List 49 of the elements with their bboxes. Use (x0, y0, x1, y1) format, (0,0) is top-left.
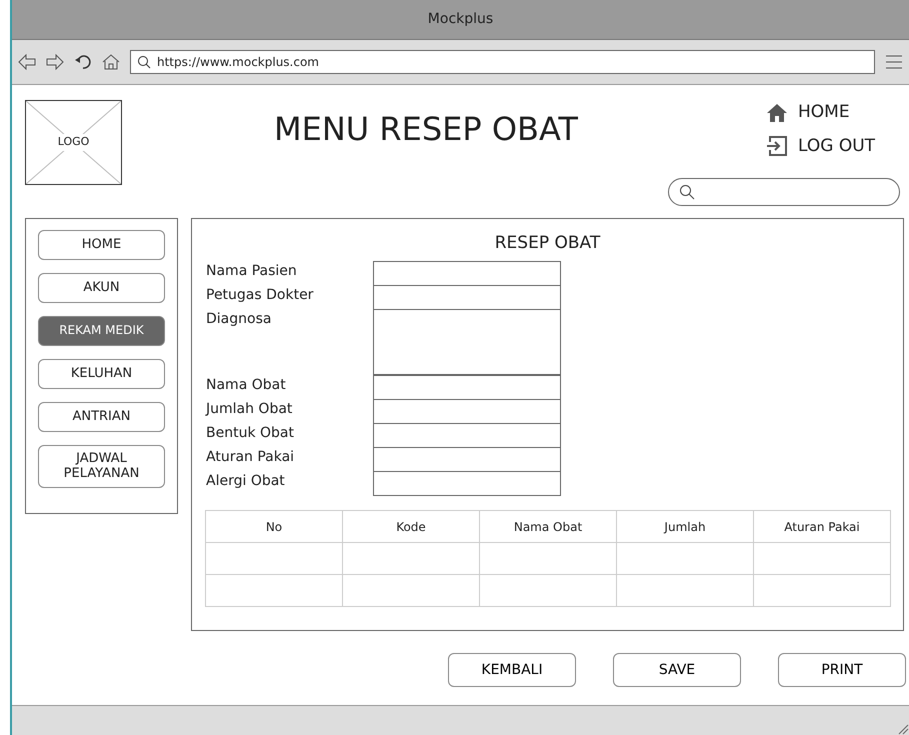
field-label: Petugas Dokter (205, 286, 314, 305)
address-bar[interactable]: https://www.mockplus.com (130, 50, 875, 74)
back-icon[interactable] (18, 54, 36, 70)
field-label: Nama Pasien (205, 262, 298, 281)
field-label: Diagnosa (205, 310, 272, 329)
input-field[interactable] (373, 285, 561, 310)
column-header: Kode (342, 510, 480, 542)
column-header: Jumlah (616, 510, 754, 542)
search-icon (679, 184, 695, 200)
field-label: Aturan Pakai (205, 448, 296, 467)
refresh-icon[interactable] (74, 54, 92, 70)
field-label: Nama Obat (205, 376, 287, 395)
url-text: https://www.mockplus.com (157, 54, 319, 71)
action-button[interactable]: PRINT (778, 653, 906, 687)
action-button[interactable]: SAVE (613, 653, 741, 687)
menu-icon[interactable] (885, 55, 903, 69)
home-icon[interactable] (102, 54, 120, 70)
house-icon (766, 102, 788, 123)
sidebar-button[interactable]: AKUN (38, 273, 165, 303)
logout-icon (766, 135, 788, 158)
page-title: MENU RESEP OBAT (274, 109, 579, 150)
logo-text: LOGO (58, 134, 90, 151)
input-field[interactable] (373, 261, 561, 286)
sidebar-button[interactable]: JADWAL PELAYANAN (38, 445, 165, 488)
forward-icon[interactable] (46, 54, 64, 70)
resize-grip-icon[interactable] (897, 723, 909, 735)
search-icon (137, 55, 151, 69)
column-header: Aturan Pakai (754, 510, 890, 542)
window-title: Mockplus (428, 10, 494, 29)
form-title: RESEP OBAT (494, 232, 602, 255)
search-field[interactable] (668, 178, 900, 206)
input-field[interactable] (373, 399, 561, 424)
sidebar-button[interactable]: ANTRIAN (38, 402, 165, 432)
header-link[interactable]: LOG OUT (766, 134, 876, 159)
input-field[interactable] (373, 471, 561, 496)
field-label: Jumlah Obat (205, 400, 294, 419)
input-field[interactable] (373, 447, 561, 472)
input-field[interactable] (373, 309, 561, 375)
sidebar-button[interactable]: HOME (38, 230, 165, 260)
column-header: No (206, 510, 342, 542)
input-field[interactable] (373, 423, 561, 448)
field-label: Alergi Obat (205, 472, 286, 491)
column-header: Nama Obat (480, 510, 616, 542)
header-link[interactable]: HOME (766, 100, 876, 126)
sidebar-button[interactable]: KELUHAN (38, 359, 165, 389)
action-button[interactable]: KEMBALI (448, 653, 576, 687)
sidebar-button[interactable]: REKAM MEDIK (38, 316, 165, 346)
input-field[interactable] (373, 375, 561, 400)
field-label: Bentuk Obat (205, 424, 295, 443)
